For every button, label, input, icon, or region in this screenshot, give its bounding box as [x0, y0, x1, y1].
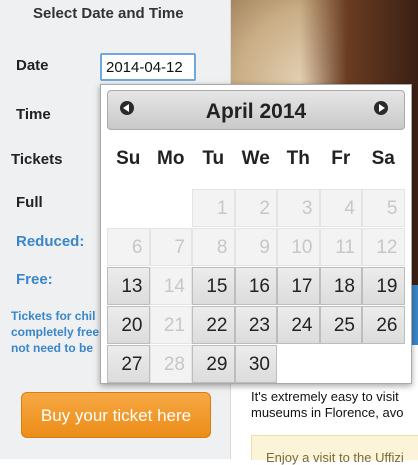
- calendar-week-row: 20 21 22 23 24 25 26: [107, 306, 407, 344]
- weekday-mo: Mo: [157, 148, 185, 169]
- weekday-we: We: [241, 148, 270, 169]
- calendar-week-row: 6 7 8 9 10 11 12: [107, 228, 407, 266]
- buy-ticket-button[interactable]: Buy your ticket here: [21, 392, 211, 438]
- calendar-day-24[interactable]: 24: [277, 306, 320, 344]
- calendar-day-27[interactable]: 27: [107, 345, 150, 383]
- tickets-label: Tickets: [11, 151, 63, 168]
- chevron-right-circle-icon: [374, 101, 388, 115]
- calendar-day-21: 21: [149, 306, 192, 344]
- calendar-day-28: 28: [149, 345, 192, 383]
- calendar-day-14: 14: [149, 267, 192, 305]
- calendar-day-19[interactable]: 19: [362, 267, 405, 305]
- calendar-day-15[interactable]: 15: [192, 267, 235, 305]
- next-month-button[interactable]: [374, 101, 392, 119]
- weekday-fr: Fr: [331, 148, 351, 169]
- calendar-day-4: 4: [319, 189, 362, 227]
- calendar-week-row: 13 14 15 16 17 18 19: [107, 267, 407, 305]
- full-ticket-label: Full: [16, 194, 43, 211]
- enjoy-text: Enjoy a visit to the Uffizi: [266, 450, 404, 465]
- calendar-day-17[interactable]: 17: [277, 267, 320, 305]
- reduced-ticket-label: Reduced:: [16, 233, 85, 250]
- calendar-day-10: 10: [277, 228, 320, 266]
- calendar-day-2: 2: [234, 189, 277, 227]
- date-label: Date: [16, 57, 49, 74]
- calendar-day-25[interactable]: 25: [319, 306, 362, 344]
- calendar-day-6: 6: [107, 228, 150, 266]
- weekday-tu: Tu: [202, 148, 225, 169]
- month-title: April 2014: [205, 100, 307, 123]
- calendar-day-30[interactable]: 30: [234, 345, 277, 383]
- calendar-grid: 1 2 3 4 5 6 7 8 9 10 11 12 13 14 15 16 17 18 19 20 21 22 23 24 2…: [107, 189, 407, 384]
- calendar-empty-cell: [320, 345, 363, 383]
- panel-title: Select Date and Time: [33, 5, 184, 22]
- calendar-day-12: 12: [362, 228, 405, 266]
- calendar-week-row: 27 28 29 30: [107, 345, 407, 383]
- calendar-day-3: 3: [277, 189, 320, 227]
- calendar-day-23[interactable]: 23: [234, 306, 277, 344]
- datepicker-header: April 2014: [107, 90, 405, 130]
- calendar-day-18[interactable]: 18: [319, 267, 362, 305]
- calendar-day-5: 5: [362, 189, 405, 227]
- intro-paragraph: It's extremely easy to visit museums in …: [251, 389, 418, 421]
- weekday-sa: Sa: [371, 148, 395, 169]
- calendar-day-26[interactable]: 26: [362, 306, 405, 344]
- calendar-day-29[interactable]: 29: [192, 345, 235, 383]
- calendar-empty-cell: [150, 189, 193, 227]
- calendar-day-11: 11: [319, 228, 362, 266]
- enjoy-callout: Enjoy a visit to the Uffizi: [251, 435, 418, 465]
- free-ticket-label: Free:: [16, 271, 53, 288]
- time-label: Time: [16, 106, 51, 123]
- intro-line-2: museums in Florence, avo: [251, 405, 404, 420]
- calendar-empty-cell: [107, 189, 150, 227]
- calendar-day-13[interactable]: 13: [107, 267, 150, 305]
- date-field[interactable]: [100, 53, 196, 81]
- calendar-empty-cell: [362, 345, 405, 383]
- calendar-empty-cell: [277, 345, 320, 383]
- calendar-week-row: 12345: [107, 189, 407, 227]
- calendar-day-22[interactable]: 22: [192, 306, 235, 344]
- calendar-day-16[interactable]: 16: [234, 267, 277, 305]
- calendar-day-8: 8: [192, 228, 235, 266]
- calendar-day-1: 1: [192, 189, 235, 227]
- weekday-su: Su: [116, 148, 141, 169]
- weekday-th: Th: [286, 148, 310, 169]
- datepicker: April 2014 Su Mo Tu We Th Fr Sa 12345678…: [100, 84, 412, 384]
- calendar-day-7: 7: [149, 228, 192, 266]
- calendar-day-9: 9: [234, 228, 277, 266]
- calendar-day-20[interactable]: 20: [107, 306, 150, 344]
- weekday-header-row: Su Mo Tu We Th Fr Sa: [107, 148, 407, 170]
- intro-line-1: It's extremely easy to visit: [251, 389, 399, 404]
